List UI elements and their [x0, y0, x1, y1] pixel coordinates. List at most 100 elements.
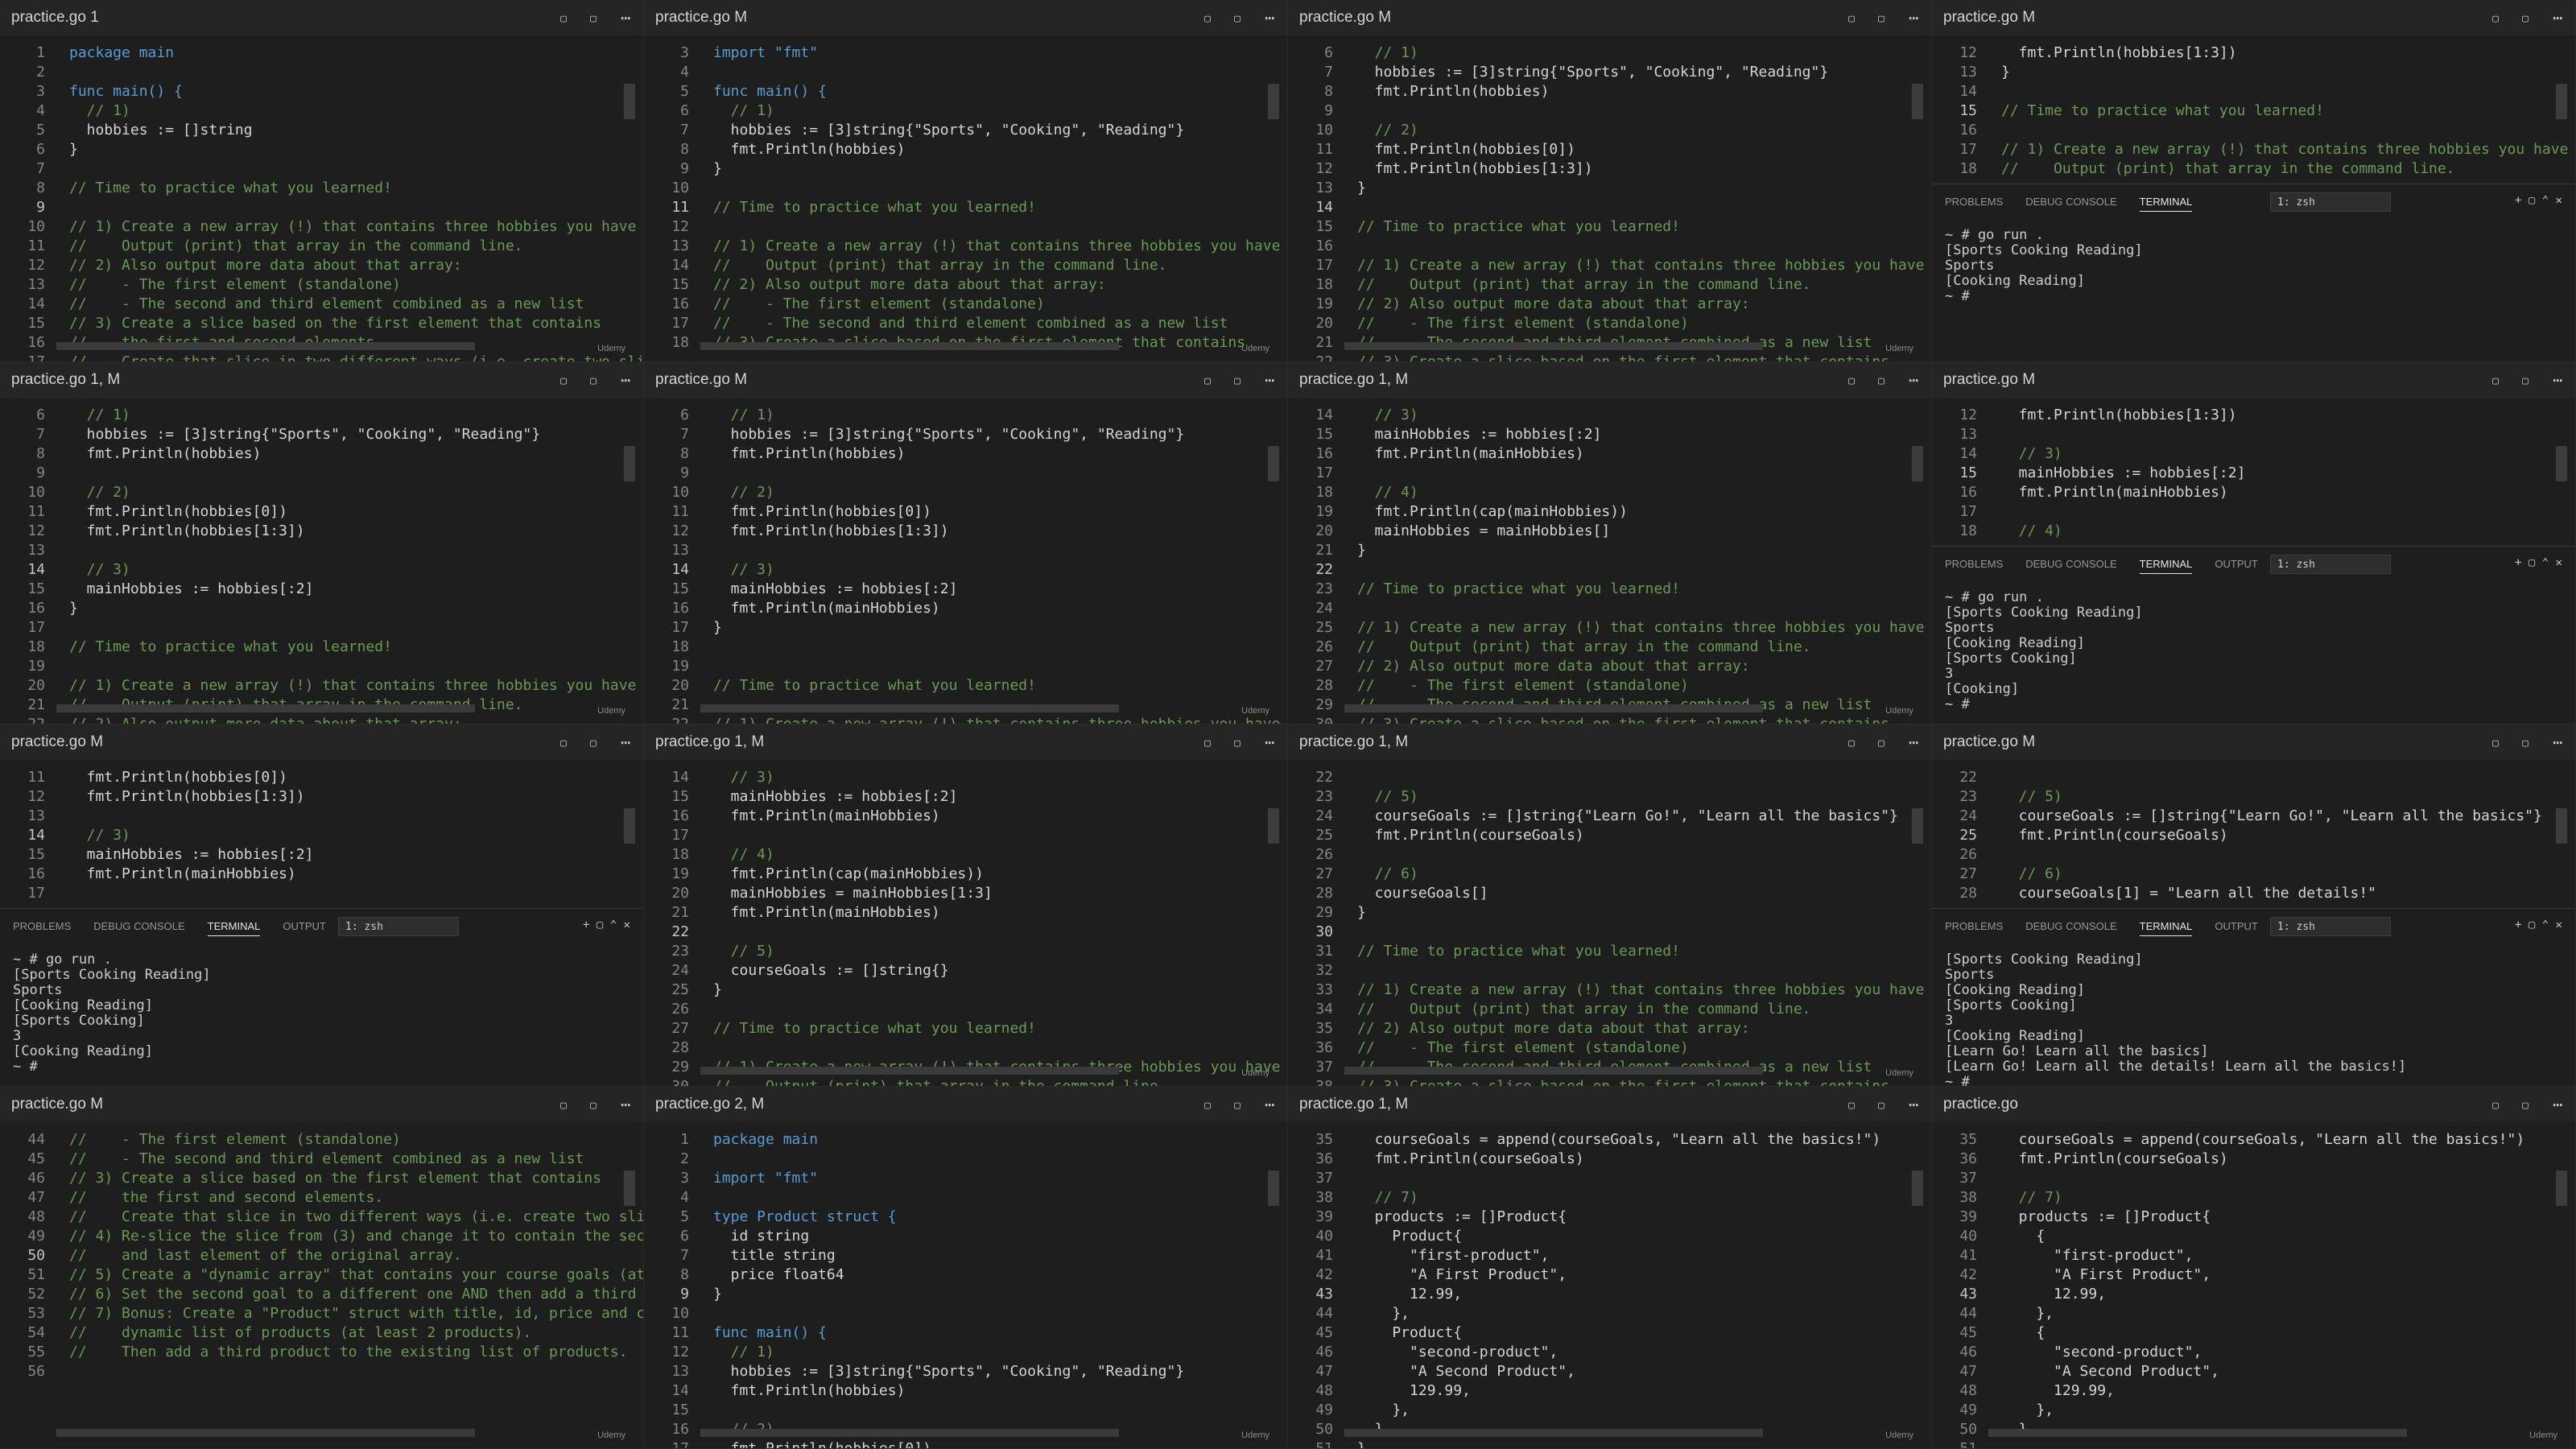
horizontal-scrollbar[interactable] [700, 342, 1119, 350]
layout-icon[interactable]: ▢ [2522, 1100, 2529, 1112]
layout-icon[interactable]: ▢ [1234, 375, 1241, 387]
split-editor-icon[interactable]: ▢ [2492, 1100, 2499, 1112]
split-editor-icon[interactable]: ▢ [2492, 375, 2499, 387]
terminal-panel[interactable]: PROBLEMS DEBUG CONSOLE TERMINAL OUTPUT 1: zs… [0, 908, 643, 1086]
tab-title[interactable]: practice.go 1 [11, 9, 99, 27]
tab-title[interactable]: practice.go 1, M [1299, 371, 1408, 389]
more-icon[interactable]: ⋯ [2553, 8, 2562, 27]
scrollbar[interactable] [1912, 84, 1923, 119]
scrollbar[interactable] [624, 446, 635, 481]
terminal-panel[interactable]: PROBLEMS DEBUG CONSOLE TERMINAL 1: zsh + ▢ ⌃… [1932, 184, 2575, 361]
scrollbar[interactable] [624, 808, 635, 844]
layout-icon[interactable]: ▢ [1878, 375, 1885, 387]
more-icon[interactable]: ⋯ [621, 370, 630, 390]
panel-tab[interactable]: PROBLEMS [1945, 558, 2003, 570]
terminal-shell-select[interactable]: 1: zsh [2270, 555, 2391, 574]
code-editor[interactable]: 14 // 3) 15 mainHobbies := hobbies[:2] 16 … [1288, 398, 1931, 724]
panel-tab[interactable]: TERMINAL [2139, 558, 2193, 574]
more-icon[interactable]: ⋯ [2553, 733, 2562, 752]
more-icon[interactable]: ⋯ [1909, 733, 1918, 752]
horizontal-scrollbar[interactable] [1344, 342, 1763, 350]
split-editor-icon[interactable]: ▢ [560, 13, 567, 25]
horizontal-scrollbar[interactable] [1344, 704, 1763, 712]
scrollbar[interactable] [2556, 84, 2567, 119]
layout-icon[interactable]: ▢ [2522, 375, 2529, 387]
terminal-panel[interactable]: PROBLEMS DEBUG CONSOLE TERMINAL OUTPUT 1: zs… [1932, 908, 2575, 1086]
panel-tab[interactable]: PROBLEMS [13, 920, 71, 932]
code-editor[interactable]: 1 package main 2 3 func main() {4 // 1) 5 hob… [0, 35, 643, 361]
horizontal-scrollbar[interactable] [56, 1429, 475, 1437]
terminal-shell-select[interactable]: 1: zsh [2270, 192, 2391, 212]
layout-icon[interactable]: ▢ [590, 737, 597, 749]
layout-icon[interactable]: ▢ [1878, 737, 1885, 749]
layout-icon[interactable]: ▢ [1878, 13, 1885, 25]
panel-actions-icon[interactable]: + ▢ ⌃ ✕ [2515, 194, 2562, 207]
layout-icon[interactable]: ▢ [2522, 737, 2529, 749]
tab-title[interactable]: practice.go 1, M [655, 733, 764, 751]
panel-actions-icon[interactable]: + ▢ ⌃ ✕ [583, 919, 630, 931]
split-editor-icon[interactable]: ▢ [560, 737, 567, 749]
tab-title[interactable]: practice.go [1943, 1096, 2018, 1113]
layout-icon[interactable]: ▢ [1234, 13, 1241, 25]
panel-tab[interactable]: DEBUG CONSOLE [2025, 558, 2116, 570]
more-icon[interactable]: ⋯ [621, 1095, 630, 1114]
panel-tab[interactable]: PROBLEMS [1945, 920, 2003, 932]
tab-title[interactable]: practice.go 1, M [1299, 1096, 1408, 1113]
layout-icon[interactable]: ▢ [1878, 1100, 1885, 1112]
more-icon[interactable]: ⋯ [2553, 370, 2562, 390]
split-editor-icon[interactable]: ▢ [560, 1100, 567, 1112]
tab-title[interactable]: practice.go 2, M [655, 1096, 764, 1113]
tab-title[interactable]: practice.go 1, M [1299, 733, 1408, 751]
panel-tab[interactable]: TERMINAL [2139, 196, 2193, 212]
scrollbar[interactable] [1268, 446, 1279, 481]
split-editor-icon[interactable]: ▢ [1204, 13, 1211, 25]
layout-icon[interactable]: ▢ [590, 375, 597, 387]
code-editor[interactable]: 14 // 3) 15 mainHobbies := hobbies[:2] 16 … [644, 760, 1287, 1086]
scrollbar[interactable] [1912, 1170, 1923, 1206]
panel-tab[interactable]: OUTPUT [283, 920, 325, 932]
split-editor-icon[interactable]: ▢ [1848, 1100, 1855, 1112]
more-icon[interactable]: ⋯ [1265, 370, 1274, 390]
split-editor-icon[interactable]: ▢ [2492, 737, 2499, 749]
layout-icon[interactable]: ▢ [1234, 737, 1241, 749]
code-editor[interactable]: 44 // - The first element (standalone) 45 /… [0, 1122, 643, 1448]
scrollbar[interactable] [624, 1170, 635, 1206]
scrollbar[interactable] [2556, 808, 2567, 844]
code-editor[interactable]: 35 courseGoals = append(courseGoals, "Le… [1288, 1122, 1931, 1448]
split-editor-icon[interactable]: ▢ [1848, 375, 1855, 387]
panel-actions-icon[interactable]: + ▢ ⌃ ✕ [2515, 919, 2562, 931]
panel-tab[interactable]: PROBLEMS [1945, 196, 2003, 208]
more-icon[interactable]: ⋯ [621, 733, 630, 752]
horizontal-scrollbar[interactable] [1344, 1067, 1763, 1075]
split-editor-icon[interactable]: ▢ [1848, 13, 1855, 25]
panel-actions-icon[interactable]: + ▢ ⌃ ✕ [2515, 556, 2562, 569]
layout-icon[interactable]: ▢ [2522, 13, 2529, 25]
horizontal-scrollbar[interactable] [700, 1429, 1119, 1437]
horizontal-scrollbar[interactable] [56, 704, 475, 712]
tab-title[interactable]: practice.go M [1943, 733, 2035, 751]
terminal-panel[interactable]: PROBLEMS DEBUG CONSOLE TERMINAL OUTPUT 1: zs… [1932, 546, 2575, 724]
horizontal-scrollbar[interactable] [1344, 1429, 1763, 1437]
split-editor-icon[interactable]: ▢ [1848, 737, 1855, 749]
layout-icon[interactable]: ▢ [1234, 1100, 1241, 1112]
layout-icon[interactable]: ▢ [590, 13, 597, 25]
scrollbar[interactable] [1268, 84, 1279, 119]
scrollbar[interactable] [1268, 808, 1279, 844]
horizontal-scrollbar[interactable] [56, 342, 475, 350]
code-editor[interactable]: 1 package main 2 3 import "fmt" 4 5 type Produc… [644, 1122, 1287, 1448]
more-icon[interactable]: ⋯ [1909, 8, 1918, 27]
horizontal-scrollbar[interactable] [1988, 1429, 2407, 1437]
panel-tab[interactable]: DEBUG CONSOLE [93, 920, 184, 932]
more-icon[interactable]: ⋯ [621, 8, 630, 27]
panel-tab[interactable]: TERMINAL [2139, 920, 2193, 936]
layout-icon[interactable]: ▢ [590, 1100, 597, 1112]
panel-tab[interactable]: TERMINAL [207, 920, 261, 936]
scrollbar[interactable] [2556, 1170, 2567, 1206]
scrollbar[interactable] [1268, 1170, 1279, 1206]
panel-tab[interactable]: DEBUG CONSOLE [2025, 196, 2116, 208]
horizontal-scrollbar[interactable] [700, 1067, 1119, 1075]
scrollbar[interactable] [2556, 446, 2567, 481]
terminal-shell-select[interactable]: 1: zsh [338, 917, 459, 936]
split-editor-icon[interactable]: ▢ [1204, 375, 1211, 387]
split-editor-icon[interactable]: ▢ [1204, 737, 1211, 749]
